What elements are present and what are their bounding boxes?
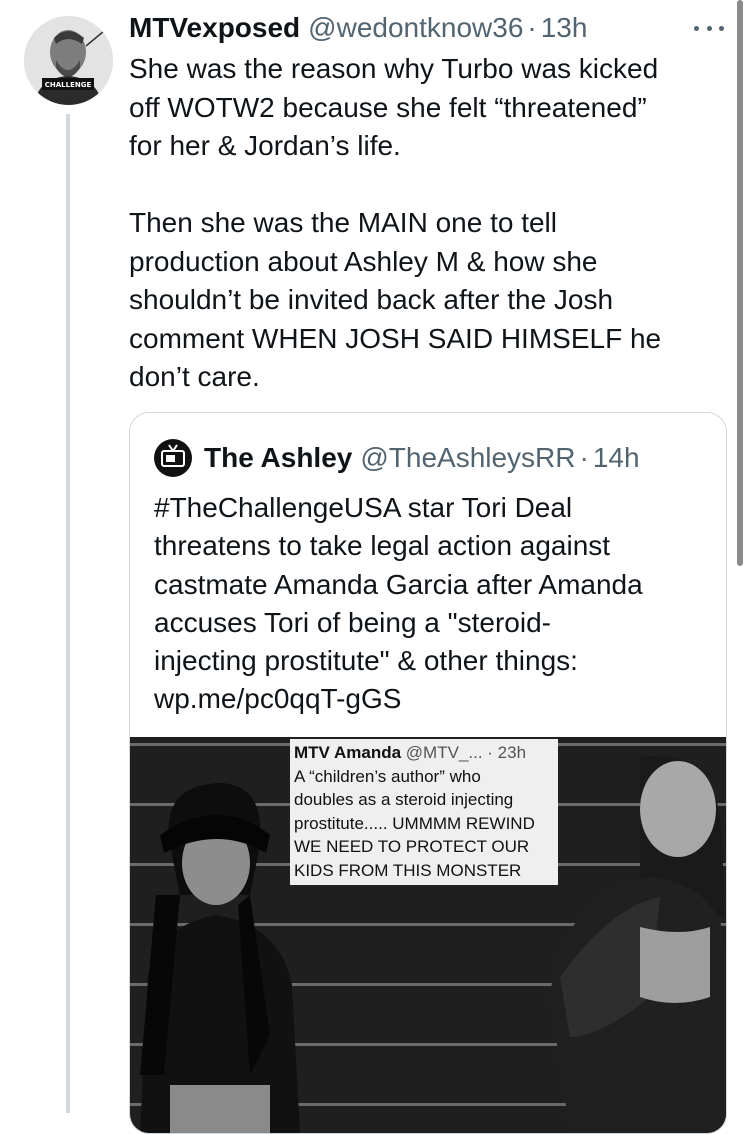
embedded-text-line: doubles as a steroid injecting xyxy=(294,790,514,809)
avatar-image: CHALLENGE xyxy=(24,16,113,105)
embedded-text-line: WE NEED TO PROTECT OUR xyxy=(294,837,530,856)
tweet-text: She was the reason why Turbo was kicked … xyxy=(129,53,662,392)
author-name[interactable]: MTVexposed xyxy=(129,12,300,44)
embedded-tweet-screenshot: MTV Amanda @MTV_... · 23h A “children’s … xyxy=(290,739,558,885)
avatar-badge-text: CHALLENGE xyxy=(45,81,92,89)
quote-media-image[interactable]: MTV Amanda @MTV_... · 23h A “children’s … xyxy=(130,737,726,1133)
embedded-author-name: MTV Amanda xyxy=(294,743,402,762)
quote-timestamp[interactable]: 14h xyxy=(593,442,640,474)
author-handle[interactable]: @wedontknow36 xyxy=(308,12,523,44)
more-options-icon[interactable] xyxy=(694,18,724,38)
scrollbar[interactable] xyxy=(737,0,743,566)
quote-author-name[interactable]: The Ashley xyxy=(204,442,352,474)
separator-dot: · xyxy=(527,12,537,43)
embedded-text-line: KIDS FROM THIS MONSTER xyxy=(294,860,522,880)
quote-tweet-card[interactable]: The Ashley @TheAshleysRR · 14h #TheChall… xyxy=(129,412,727,1134)
embedded-header: MTV Amanda @MTV_... · 23h xyxy=(294,741,554,765)
quote-header: The Ashley @TheAshleysRR · 14h xyxy=(154,439,640,477)
thread-line xyxy=(66,114,70,1113)
quote-text: #TheChallengeUSA star Tori Deal threaten… xyxy=(154,492,643,715)
embedded-text-line: A “children’s author” who xyxy=(294,766,481,786)
tv-icon xyxy=(161,444,185,467)
person-left-figure xyxy=(140,783,300,1133)
embedded-time: · 23h xyxy=(487,743,527,762)
embedded-handle: @MTV_... xyxy=(405,743,483,762)
quote-author-handle[interactable]: @TheAshleysRR xyxy=(360,442,575,474)
quote-avatar[interactable] xyxy=(154,439,192,477)
avatar[interactable]: CHALLENGE xyxy=(24,16,113,105)
quote-separator-dot: · xyxy=(579,442,589,473)
embedded-text-line: prostitute..... UMMMM REWIND xyxy=(294,813,535,833)
tweet-timestamp[interactable]: 13h xyxy=(541,12,588,44)
tweet-header: MTVexposed @wedontknow36 · 13h xyxy=(129,12,587,46)
person-right-figure xyxy=(550,755,726,1133)
